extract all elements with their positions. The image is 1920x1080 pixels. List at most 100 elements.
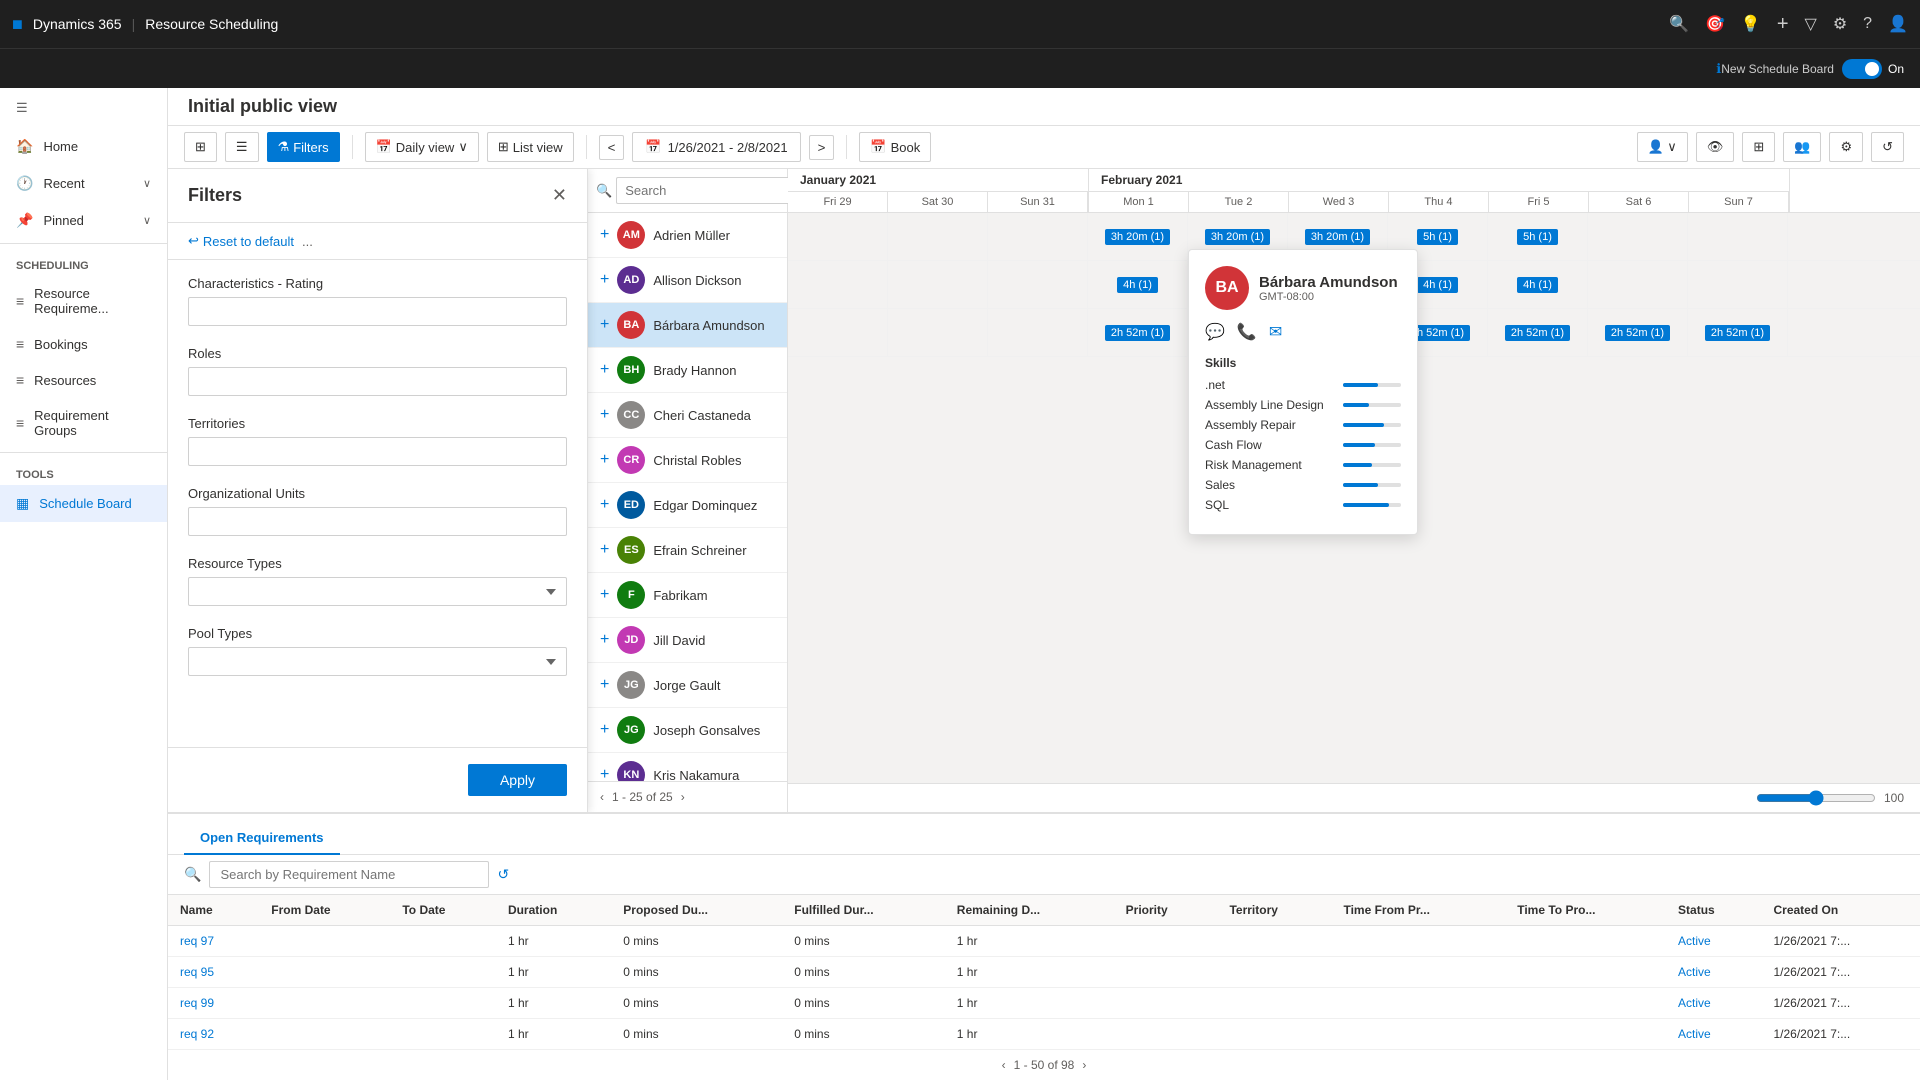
calendar-cell[interactable]: 2h 52m (1) [1688, 309, 1788, 357]
resource-add-icon[interactable]: + [600, 406, 609, 424]
resource-add-icon[interactable]: + [600, 361, 609, 379]
status-badge[interactable]: Active [1678, 1027, 1711, 1041]
daily-view-button[interactable]: 📅 Daily view ∨ [365, 132, 479, 162]
list-item[interactable]: + ED Edgar Dominquez [588, 483, 787, 528]
sidebar-item-pinned[interactable]: 📌 Pinned ∨ [0, 202, 167, 239]
sidebar-item-schedule-board[interactable]: ▦ Schedule Board [0, 485, 167, 522]
calendar-cell[interactable]: 4h (1) [1088, 261, 1188, 309]
zoom-slider[interactable] [1756, 790, 1876, 806]
table-cell[interactable]: req 92 [168, 1019, 259, 1050]
booking-chip[interactable]: 2h 52m (1) [1705, 325, 1770, 341]
table-cell[interactable]: Active [1666, 988, 1761, 1019]
resource-btn[interactable]: 👤 ∨ [1637, 132, 1688, 162]
filters-button[interactable]: ⚗ Filters [267, 132, 340, 162]
next-date-button[interactable]: > [809, 135, 835, 160]
list-view-icon-button[interactable]: ☰ [225, 132, 259, 162]
resource-search-input[interactable] [616, 177, 810, 204]
list-item[interactable]: + CC Cheri Castaneda [588, 393, 787, 438]
table-cell[interactable]: Active [1666, 957, 1761, 988]
calendar-cell[interactable]: 2h 52m (1) [1488, 309, 1588, 357]
person-btn[interactable]: 👥 [1783, 132, 1821, 162]
sidebar-item-req-groups[interactable]: ≡ Requirement Groups [0, 398, 167, 448]
table-cell[interactable]: req 97 [168, 926, 259, 957]
list-item[interactable]: + BH Brady Hannon [588, 348, 787, 393]
sidebar-item-resource-req[interactable]: ≡ Resource Requireme... [0, 276, 167, 326]
list-item[interactable]: + KN Kris Nakamura [588, 753, 787, 781]
resource-add-icon[interactable]: + [600, 766, 609, 781]
calendar-cell[interactable]: 2h 52m (1) [1088, 309, 1188, 357]
status-badge[interactable]: Active [1678, 996, 1711, 1010]
resource-add-icon[interactable]: + [600, 676, 609, 694]
territories-input[interactable] [188, 437, 567, 466]
settings-icon[interactable]: ⚙ [1833, 14, 1847, 34]
table-cell[interactable]: Active [1666, 926, 1761, 957]
table-cell[interactable]: Active [1666, 1019, 1761, 1050]
lightbulb-icon[interactable]: 💡 [1741, 14, 1761, 34]
resource-next-button[interactable]: › [681, 790, 685, 804]
characteristics-input[interactable] [188, 297, 567, 326]
req-next-button[interactable]: › [1082, 1058, 1086, 1072]
help-icon[interactable]: ? [1863, 15, 1872, 33]
booking-chip[interactable]: 4h (1) [1117, 277, 1158, 293]
hamburger-button[interactable]: ☰ [0, 88, 167, 128]
req-prev-button[interactable]: ‹ [1002, 1058, 1006, 1072]
list-item[interactable]: + BA Bárbara Amundson [588, 303, 787, 348]
resource-add-icon[interactable]: + [600, 631, 609, 649]
booking-chip[interactable]: 3h 20m (1) [1305, 229, 1370, 245]
list-item[interactable]: + JD Jill David [588, 618, 787, 663]
resource-add-icon[interactable]: + [600, 541, 609, 559]
filter-more-button[interactable]: ... [302, 234, 313, 249]
chat-icon[interactable]: 💬 [1205, 322, 1225, 342]
calendar-cell[interactable]: 5h (1) [1488, 213, 1588, 261]
resource-types-select[interactable] [188, 577, 567, 606]
bottom-refresh-icon[interactable]: ↺ [497, 866, 509, 883]
list-item[interactable]: + ES Efrain Schreiner [588, 528, 787, 573]
list-item[interactable]: + JG Jorge Gault [588, 663, 787, 708]
sidebar-item-resources[interactable]: ≡ Resources [0, 362, 167, 398]
list-item[interactable]: + CR Christal Robles [588, 438, 787, 483]
status-badge[interactable]: Active [1678, 965, 1711, 979]
booking-chip[interactable]: 4h (1) [1417, 277, 1458, 293]
resource-add-icon[interactable]: + [600, 496, 609, 514]
list-view-button[interactable]: ⊞ List view [487, 132, 574, 162]
book-button[interactable]: 📅 Book [859, 132, 931, 162]
search-icon[interactable]: 🔍 [1669, 14, 1689, 34]
booking-chip[interactable]: 5h (1) [1517, 229, 1558, 245]
tab-open-requirements[interactable]: Open Requirements [184, 822, 340, 855]
resource-add-icon[interactable]: + [600, 721, 609, 739]
list-item[interactable]: + AD Allison Dickson [588, 258, 787, 303]
booking-chip[interactable]: 3h 20m (1) [1205, 229, 1270, 245]
resource-prev-button[interactable]: ‹ [600, 790, 604, 804]
resource-add-icon[interactable]: + [600, 316, 609, 334]
booking-chip[interactable]: 2h 52m (1) [1505, 325, 1570, 341]
resource-add-icon[interactable]: + [600, 226, 609, 244]
email-icon[interactable]: ✉ [1269, 322, 1282, 342]
roles-input[interactable] [188, 367, 567, 396]
resource-add-icon[interactable]: + [600, 271, 609, 289]
plus-icon[interactable]: + [1777, 13, 1789, 36]
req-name-link[interactable]: req 95 [180, 965, 214, 979]
refresh-btn-toolbar[interactable]: ↺ [1871, 132, 1904, 162]
date-range-selector[interactable]: 📅 1/26/2021 - 2/8/2021 [632, 132, 800, 162]
org-units-input[interactable] [188, 507, 567, 536]
status-badge[interactable]: Active [1678, 934, 1711, 948]
booking-chip[interactable]: 2h 52m (1) [1605, 325, 1670, 341]
list-item[interactable]: + F Fabrikam [588, 573, 787, 618]
resource-add-icon[interactable]: + [600, 451, 609, 469]
sidebar-item-bookings[interactable]: ≡ Bookings [0, 326, 167, 362]
settings-btn-toolbar[interactable]: ⚙ [1829, 132, 1863, 162]
req-name-link[interactable]: req 92 [180, 1027, 214, 1041]
booking-chip[interactable]: 5h (1) [1417, 229, 1458, 245]
table-cell[interactable]: req 95 [168, 957, 259, 988]
list-item[interactable]: + AM Adrien Müller [588, 213, 787, 258]
reset-to-default-button[interactable]: ↩ Reset to default [188, 233, 294, 249]
target-icon[interactable]: 🎯 [1705, 14, 1725, 34]
phone-icon[interactable]: 📞 [1237, 322, 1257, 342]
apply-button[interactable]: Apply [468, 764, 567, 796]
user-icon[interactable]: 👤 [1888, 14, 1908, 34]
visibility-btn[interactable]: 👁 [1696, 132, 1735, 162]
list-item[interactable]: + JG Joseph Gonsalves [588, 708, 787, 753]
table-cell[interactable]: req 99 [168, 988, 259, 1019]
sidebar-item-home[interactable]: 🏠 Home [0, 128, 167, 165]
booking-chip[interactable]: 4h (1) [1517, 277, 1558, 293]
